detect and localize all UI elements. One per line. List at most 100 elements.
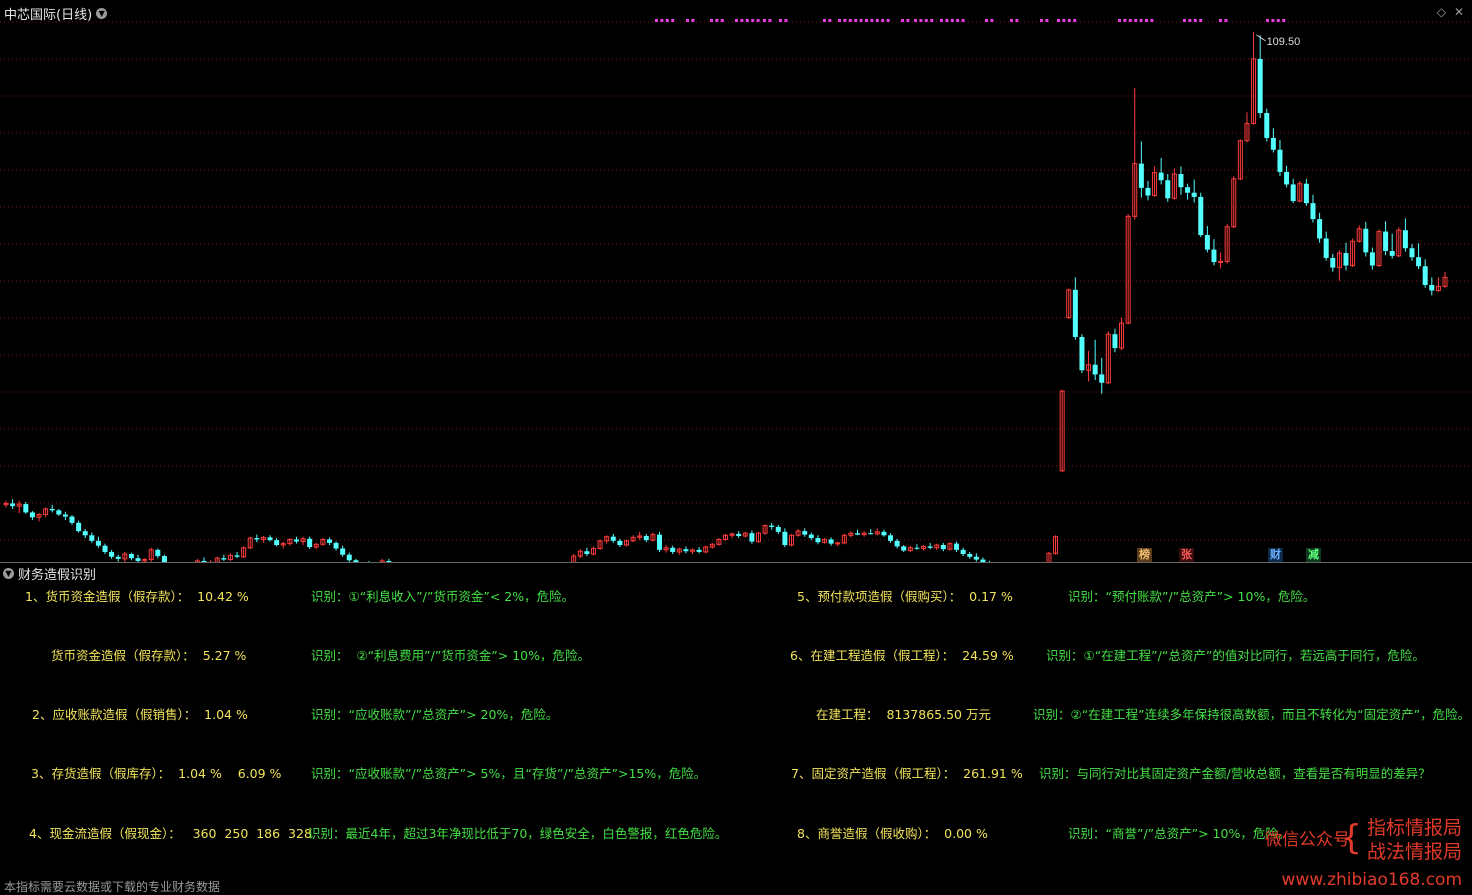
signal-dot bbox=[985, 19, 988, 22]
signal-dot bbox=[1150, 19, 1154, 22]
candle-body bbox=[1264, 112, 1270, 138]
candle-body bbox=[643, 535, 649, 541]
row-3-right-label: 在建工程： 8137865.50 万元 bbox=[816, 707, 991, 722]
watermark-line2: 战法情报局 bbox=[1366, 841, 1462, 863]
row-3-left-label: 2、应收账款造假（假销售）： 1.04 % bbox=[32, 707, 248, 722]
signal-dot bbox=[768, 19, 772, 22]
candle-body bbox=[23, 504, 29, 513]
candle-body bbox=[333, 542, 339, 549]
signal-dot bbox=[919, 19, 923, 22]
kline-chart[interactable]: 109.5040.01 中芯国际(日线) ▼ ◇ ✕ 榜 张 财 减 bbox=[0, 0, 1472, 562]
tag-bang[interactable]: 榜 bbox=[1137, 548, 1152, 562]
candle-body bbox=[1363, 228, 1369, 253]
candle-body bbox=[1317, 219, 1323, 239]
candle-body bbox=[1330, 257, 1336, 268]
candle-body bbox=[954, 543, 960, 550]
candle-body bbox=[749, 533, 755, 542]
signal-dot bbox=[924, 19, 928, 22]
candle-body bbox=[888, 535, 894, 541]
tag-cai[interactable]: 财 bbox=[1268, 548, 1283, 562]
candle-body bbox=[775, 526, 781, 532]
signal-dot bbox=[686, 19, 689, 22]
candle-body bbox=[914, 547, 920, 549]
candle-body bbox=[940, 545, 946, 550]
signal-dot bbox=[756, 19, 760, 22]
signal-dot bbox=[751, 19, 755, 22]
candle-body bbox=[254, 538, 260, 540]
candle-body bbox=[1429, 284, 1435, 291]
candle-body bbox=[82, 531, 88, 536]
candle-body bbox=[1422, 266, 1428, 285]
candle-body bbox=[584, 551, 590, 555]
candle-body bbox=[1369, 252, 1375, 266]
candle-body bbox=[326, 539, 332, 543]
candle-body bbox=[927, 546, 933, 548]
candle-body bbox=[610, 536, 616, 541]
chart-header: 中芯国际(日线) ▼ bbox=[4, 4, 108, 23]
signal-dot bbox=[735, 19, 738, 22]
candle-body bbox=[894, 540, 900, 547]
candle-body bbox=[1323, 238, 1329, 258]
candle-body bbox=[967, 554, 973, 557]
tag-zhang[interactable]: 张 bbox=[1179, 548, 1194, 562]
signal-dot bbox=[1282, 19, 1286, 22]
kline-chart-svg[interactable]: 109.5040.01 bbox=[0, 0, 1472, 562]
candle-body bbox=[62, 514, 68, 517]
candle-body bbox=[1383, 231, 1389, 251]
candle-body bbox=[56, 510, 62, 515]
candle-body bbox=[815, 538, 821, 543]
dropdown-icon[interactable]: ▼ bbox=[96, 8, 108, 19]
candle-body bbox=[1072, 289, 1078, 337]
signal-dot bbox=[854, 19, 858, 22]
signal-dot bbox=[660, 19, 664, 22]
candle-body bbox=[828, 539, 834, 544]
candle-body bbox=[1198, 196, 1204, 236]
row-3-left-rule: 识别：“应收账款”/”总资产”> 20%，危险。 bbox=[311, 707, 559, 722]
candle-body bbox=[1402, 230, 1408, 249]
candle-body bbox=[1204, 235, 1210, 250]
row-4-left-label: 3、存货造假（假库存）： 1.04 % 6.09 % bbox=[31, 766, 282, 781]
candle-body bbox=[868, 533, 874, 535]
signal-dot bbox=[886, 19, 890, 22]
high-marker-line bbox=[1256, 34, 1266, 42]
signal-dot bbox=[779, 19, 782, 22]
signal-dot bbox=[1128, 19, 1132, 22]
candle-body bbox=[307, 538, 313, 548]
signal-dot bbox=[1224, 19, 1228, 22]
candle-body bbox=[29, 512, 35, 518]
candle-body bbox=[1079, 336, 1085, 371]
tag-jian[interactable]: 减 bbox=[1306, 548, 1321, 562]
candle-body bbox=[1310, 203, 1316, 220]
row-2-right-rule: 识别：①“在建工程”/“总资产”的值对比同行，若远高于同行，危险。 bbox=[1046, 648, 1425, 663]
candle-body bbox=[769, 525, 775, 527]
signal-dot bbox=[875, 19, 879, 22]
signal-dot bbox=[665, 19, 669, 22]
close-icon[interactable]: ✕ bbox=[1454, 5, 1464, 19]
signal-dot bbox=[1188, 19, 1192, 22]
signal-dot bbox=[1183, 19, 1186, 22]
diamond-icon[interactable]: ◇ bbox=[1437, 5, 1446, 19]
signal-dot bbox=[745, 19, 749, 22]
candle-body bbox=[1409, 248, 1415, 258]
signal-dot bbox=[740, 19, 744, 22]
candle-body bbox=[617, 540, 623, 545]
signal-dot bbox=[843, 19, 847, 22]
dropdown-icon[interactable]: ▼ bbox=[3, 568, 14, 579]
signal-dot bbox=[1219, 19, 1222, 22]
signal-dot bbox=[1139, 19, 1143, 22]
candle-body bbox=[973, 556, 979, 560]
candle-body bbox=[69, 516, 75, 523]
row-2-left-rule: 识别： ②“利息费用”/”货币资金”> 10%，危险。 bbox=[311, 648, 590, 663]
candle-body bbox=[808, 534, 814, 539]
candle-body bbox=[901, 546, 907, 551]
signal-dot bbox=[1271, 19, 1275, 22]
candle-body bbox=[128, 554, 134, 559]
panel-divider[interactable] bbox=[0, 562, 1472, 563]
stock-title: 中芯国际(日线) bbox=[4, 8, 93, 23]
signal-dot bbox=[655, 19, 658, 22]
signal-dot bbox=[1015, 19, 1019, 22]
signal-dot bbox=[671, 19, 675, 22]
signal-dot bbox=[870, 19, 874, 22]
signal-dot bbox=[715, 19, 719, 22]
candle-body bbox=[736, 533, 742, 536]
